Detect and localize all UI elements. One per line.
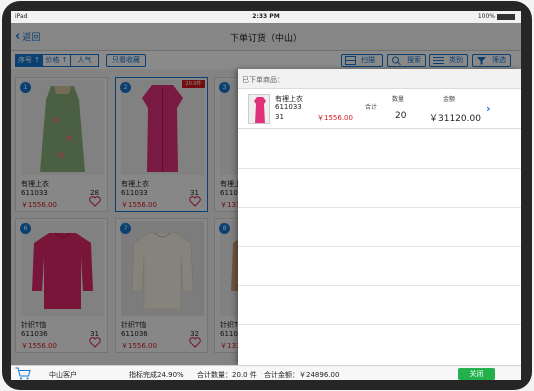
battery-percent: 100% <box>477 13 495 20</box>
item-quantity: 20 <box>395 111 407 121</box>
device-frame: iPad 2:33 PM 100% ‹ 返回 下单订货（中山） 序号 ↑ 价格 … <box>0 0 534 391</box>
row-divider <box>238 246 521 247</box>
battery-icon <box>497 14 515 20</box>
status-bar: iPad 2:33 PM 100% <box>11 11 521 23</box>
bottom-summary-bar: 中山客户 指标完成24.90% 合计数量：20.0 件 合计金额：￥24896.… <box>11 365 521 380</box>
target-progress: 指标完成24.90% <box>129 371 184 379</box>
item-number: 31 <box>275 113 284 121</box>
close-button[interactable]: 关闭 <box>458 368 495 380</box>
chevron-right-icon[interactable]: › <box>486 102 491 115</box>
total-quantity: 合计数量：20.0 件 <box>197 371 257 379</box>
item-amount: ￥31120.00 <box>429 114 481 124</box>
item-unit-price: ￥1556.00 <box>317 114 353 122</box>
customer-name: 中山客户 <box>49 371 77 379</box>
subtotal-label: 合计 <box>365 104 378 111</box>
panel-header: 已下单商品： <box>238 69 521 89</box>
status-time: 2:33 PM <box>252 13 280 20</box>
screen: iPad 2:33 PM 100% ‹ 返回 下单订货（中山） 序号 ↑ 价格 … <box>11 11 521 380</box>
item-code: 611033 <box>275 103 302 111</box>
row-divider <box>238 207 521 208</box>
ordered-items-panel: 已下单商品： 有裡上衣 611033 31 ￥1556.00 合计 数量 20 … <box>238 69 521 365</box>
total-amount: 合计金额：￥24896.00 <box>264 371 340 379</box>
dress-thumbnail-image <box>249 95 269 123</box>
item-thumbnail <box>248 94 270 124</box>
row-divider <box>238 285 521 286</box>
row-divider <box>238 324 521 325</box>
amount-label: 金额 <box>443 96 456 103</box>
row-divider <box>238 168 521 169</box>
quantity-label: 数量 <box>392 96 405 103</box>
cart-icon[interactable] <box>15 367 31 380</box>
ordered-item-row[interactable]: 有裡上衣 611033 31 ￥1556.00 合计 数量 20 金额 ￥311… <box>238 89 521 129</box>
